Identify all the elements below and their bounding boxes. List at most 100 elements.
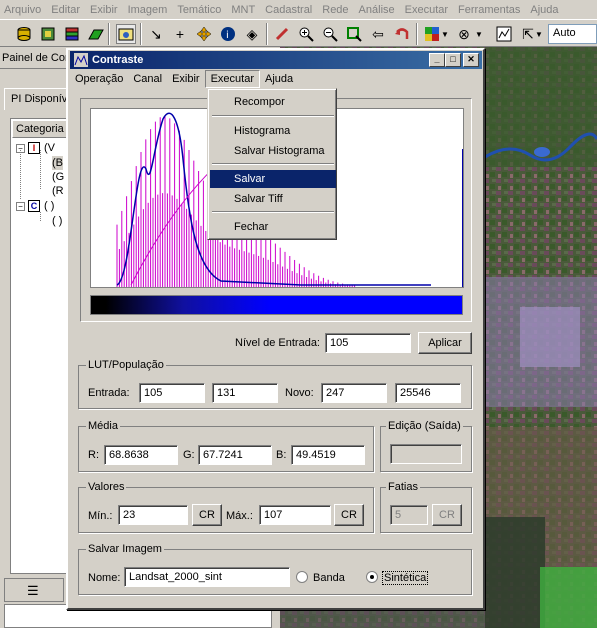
main-toolbar: ↘ + i ◈ ⇦ ▼ ⊗ ▼ ⇱ ▼ (0, 19, 597, 47)
menu-item-salvar-tiff[interactable]: Salvar Tiff (210, 190, 336, 208)
menu-arquivo[interactable]: Arquivo (0, 4, 47, 16)
lut-group-title: LUT/População (86, 359, 166, 371)
pan-icon[interactable] (194, 24, 214, 44)
media-r-field[interactable]: 68.8638 (104, 445, 178, 465)
menu-item-salvar[interactable]: Salvar (210, 170, 336, 188)
menu-editar[interactable]: Editar (47, 4, 86, 16)
zoom-area-icon[interactable] (344, 24, 364, 44)
fatias-cr-button: CR (432, 504, 462, 526)
max-label: Máx.: (226, 510, 253, 522)
list-view-button[interactable]: ☰ (4, 578, 64, 602)
input-level-field[interactable]: 105 (325, 333, 411, 353)
salvar-group-title: Salvar Imagem (86, 543, 164, 555)
color-grid-icon[interactable] (422, 24, 442, 44)
fatias-group-title: Fatias (386, 481, 420, 493)
menu-ajuda[interactable]: Ajuda (526, 4, 564, 16)
dialog-menu-executar[interactable]: Executar (204, 70, 260, 88)
menu-executar[interactable]: Executar (401, 4, 454, 16)
chevron-down-icon[interactable]: ▼ (534, 24, 544, 44)
layers-stack-icon[interactable] (62, 24, 82, 44)
r-label: R: (88, 449, 99, 461)
entrada-label: Entrada: (88, 387, 130, 399)
menu-separator (212, 115, 334, 117)
media-group-title: Média (86, 420, 120, 432)
input-level-label: Nível de Entrada: (235, 337, 320, 349)
tree-lines (20, 150, 41, 221)
min-field[interactable]: 23 (118, 505, 188, 525)
edicao-field (390, 444, 462, 464)
min-label: Mín.: (88, 510, 113, 522)
database-icon[interactable] (14, 24, 34, 44)
entrada-field-1[interactable]: 105 (139, 383, 205, 403)
menu-imagem[interactable]: Imagem (124, 4, 174, 16)
scale-icon[interactable]: ⊗ (454, 24, 474, 44)
menu-item-histograma[interactable]: Histograma (210, 122, 336, 140)
column-header-categoria[interactable]: Categoria (12, 120, 72, 138)
chevron-down-icon[interactable]: ▼ (474, 24, 484, 44)
fatias-field: 5 (390, 505, 428, 525)
g-label: G: (183, 449, 195, 461)
max-field[interactable]: 107 (259, 505, 331, 525)
b-label: B: (276, 449, 287, 461)
menu-analise[interactable]: Análise (355, 4, 401, 16)
valores-group-title: Valores (86, 481, 127, 493)
list-icon: ☰ (27, 583, 39, 598)
main-menubar: Arquivo Editar Exibir Imagem Temático MN… (0, 0, 597, 19)
minimize-icon[interactable]: _ (429, 53, 445, 67)
nome-label: Nome: (88, 572, 121, 584)
entrada-field-2[interactable]: 131 (212, 383, 278, 403)
dialog-menubar: Operação Canal Exibir Executar Ajuda (70, 70, 482, 88)
dialog-title: Contraste (92, 54, 144, 66)
zoom-in-icon[interactable] (296, 24, 316, 44)
novo-field-1[interactable]: 247 (321, 383, 387, 403)
tab-pi-disponiveis[interactable]: PI Disponív (4, 88, 74, 110)
menu-item-fechar[interactable]: Fechar (210, 218, 336, 236)
undo-icon[interactable] (392, 24, 412, 44)
panel-divider (0, 68, 66, 69)
tag-icon[interactable]: ◈ (242, 24, 262, 44)
cr-min-button[interactable]: CR (192, 504, 222, 526)
back-arrow-icon[interactable]: ⇦ (368, 24, 388, 44)
media-g-field[interactable]: 67.7241 (198, 445, 272, 465)
menu-exibir[interactable]: Exibir (86, 4, 124, 16)
menu-separator (212, 211, 334, 213)
menu-tematico[interactable]: Temático (173, 4, 227, 16)
pencil-icon[interactable] (272, 24, 292, 44)
menu-cadastral[interactable]: Cadastral (261, 4, 318, 16)
info-icon[interactable]: i (218, 24, 238, 44)
dialog-titlebar[interactable]: Contraste _ □ ✕ (70, 51, 482, 69)
banda-label[interactable]: Banda (313, 572, 345, 584)
menu-mnt[interactable]: MNT (227, 4, 261, 16)
map-display-icon[interactable] (116, 24, 136, 44)
menu-item-salvar-histograma[interactable]: Salvar Histograma (210, 142, 336, 160)
dialog-menu-canal[interactable]: Canal (128, 71, 167, 87)
executar-dropdown: Recompor Histograma Salvar Histograma Sa… (207, 88, 337, 240)
green-plane-icon[interactable] (86, 24, 106, 44)
dialog-menu-exibir[interactable]: Exibir (167, 71, 205, 87)
zoom-out-icon[interactable] (320, 24, 340, 44)
novo-field-2[interactable]: 25546 (395, 383, 461, 403)
dialog-menu-operacao[interactable]: Operação (70, 71, 128, 87)
banda-radio[interactable] (296, 571, 308, 583)
zoom-mode-select[interactable]: Auto (548, 24, 597, 44)
maximize-icon[interactable]: □ (445, 53, 461, 67)
menu-ferramentas[interactable]: Ferramentas (454, 4, 526, 16)
menu-separator (212, 163, 334, 165)
select-arrow-icon[interactable]: ↘ (146, 24, 166, 44)
image-layers-icon[interactable] (38, 24, 58, 44)
svg-text:i: i (226, 30, 229, 41)
sintetica-label[interactable]: Sintética (382, 571, 429, 585)
media-b-field[interactable]: 49.4519 (291, 445, 365, 465)
menu-rede[interactable]: Rede (318, 4, 354, 16)
sintetica-radio[interactable] (366, 571, 378, 583)
dialog-menu-ajuda[interactable]: Ajuda (260, 71, 298, 87)
crosshair-icon[interactable]: + (170, 24, 190, 44)
chevron-down-icon[interactable]: ▼ (440, 24, 450, 44)
chart-window-icon[interactable] (494, 24, 514, 44)
close-icon[interactable]: ✕ (463, 53, 479, 67)
apply-button[interactable]: Aplicar (418, 332, 472, 354)
edicao-group-title: Edição (Saída) (386, 420, 463, 432)
cr-max-button[interactable]: CR (334, 504, 364, 526)
nome-field[interactable]: Landsat_2000_sint (124, 567, 290, 587)
menu-item-recompor[interactable]: Recompor (210, 93, 336, 111)
